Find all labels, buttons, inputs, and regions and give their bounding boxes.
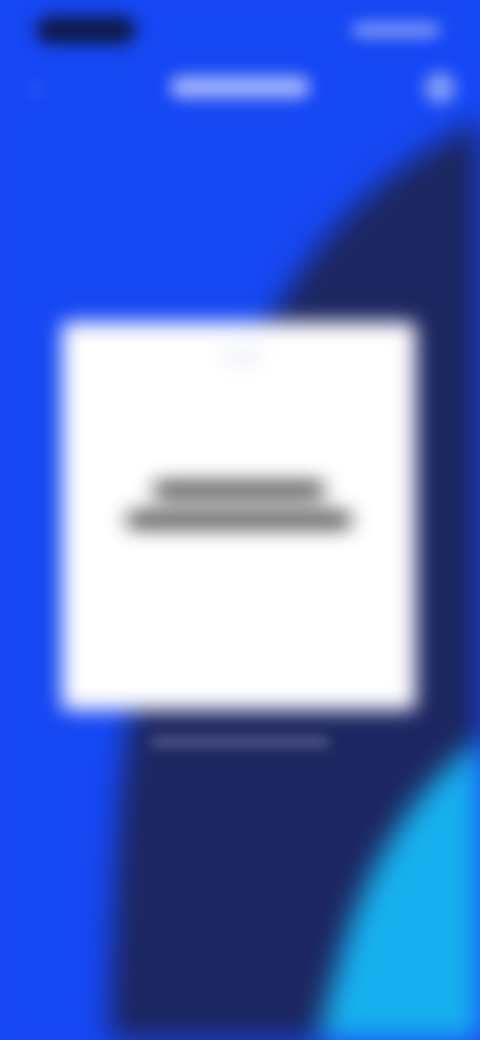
page-title [170, 76, 310, 98]
card-caption [150, 736, 330, 748]
card-line-1 [153, 482, 325, 498]
card-message [62, 482, 416, 542]
status-time [36, 16, 136, 44]
profile-icon[interactable] [424, 72, 456, 104]
status-icons [352, 24, 440, 36]
chevron-left-icon[interactable]: ‹ [22, 74, 50, 102]
status-bar [0, 0, 480, 60]
card-line-2 [126, 512, 352, 528]
content-card[interactable] [62, 322, 416, 710]
screen: ‹ [0, 0, 480, 1040]
app-header: ‹ [0, 60, 480, 116]
card-handle [222, 352, 262, 362]
